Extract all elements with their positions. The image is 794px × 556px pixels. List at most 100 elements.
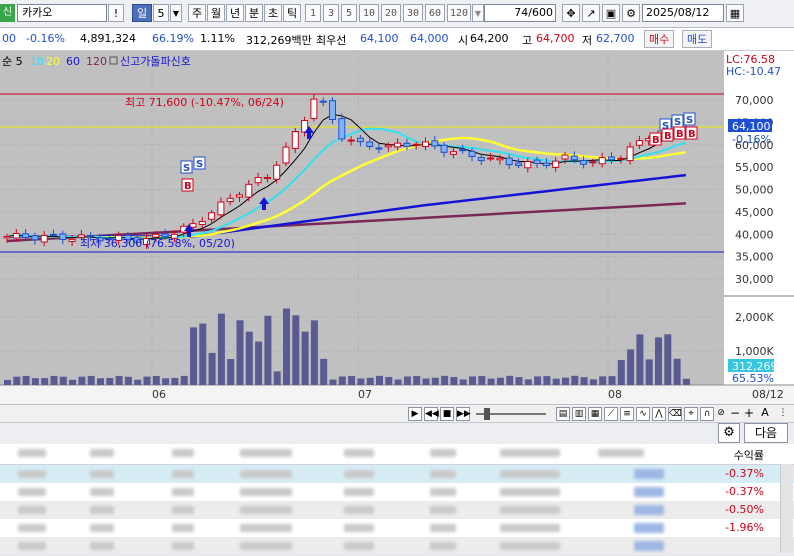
table-row[interactable]: -0.37% xyxy=(0,483,794,502)
table-row[interactable]: -0.37% xyxy=(0,465,794,484)
candle-body xyxy=(542,162,550,167)
sell-button[interactable]: 매도 xyxy=(682,30,713,48)
settings-icon[interactable]: ⚙ xyxy=(622,4,640,22)
redacted-cell xyxy=(500,542,560,550)
stock-info-button[interactable]: ! xyxy=(108,4,124,22)
ruler-icon[interactable]: ⌖ xyxy=(684,407,698,421)
candle-body xyxy=(617,157,625,160)
pattern-icon[interactable]: ⋀ xyxy=(652,407,666,421)
chart-toolbar: 신 카카오 ! 일 5 ▼ 주 월 년 분 초 틱 1 3 5 10 20 30… xyxy=(0,0,794,28)
bar-count-input[interactable]: 74/600 xyxy=(484,4,556,22)
period-year-tab[interactable]: 년 xyxy=(226,4,244,22)
buy-button[interactable]: 매수 xyxy=(644,30,675,48)
candle-body xyxy=(282,146,290,164)
price-chart[interactable]: SSBSSSBBBB 70,00065,00060,00055,00050,00… xyxy=(0,51,794,404)
zoom-slider-handle[interactable] xyxy=(484,408,490,420)
legend-signal: 신고가돌파신호 xyxy=(120,55,191,68)
period-tick-tab[interactable]: 틱 xyxy=(283,4,301,22)
price-tick-label: 50,000 xyxy=(735,184,774,197)
volume-bar xyxy=(190,327,197,385)
erase-icon[interactable]: ⌫ xyxy=(668,407,682,421)
table-settings-icon[interactable]: ⚙ xyxy=(718,423,740,443)
forward-icon[interactable]: ▶▶ xyxy=(456,407,471,421)
candle-body xyxy=(329,100,336,121)
interval-3-button[interactable]: 3 xyxy=(323,4,339,22)
redacted-value-cell xyxy=(634,469,664,479)
volume-bar xyxy=(682,378,690,385)
volume-bar xyxy=(264,315,272,385)
volume-tick-label: 1,000K xyxy=(735,345,774,358)
best-bid-label: 최우선 xyxy=(316,34,347,47)
draw-tool-icon[interactable]: ↗ xyxy=(582,4,600,22)
candle-body xyxy=(459,149,467,152)
interval-30-button[interactable]: 30 xyxy=(403,4,423,22)
period-month-tab[interactable]: 월 xyxy=(207,4,225,22)
volume-bar xyxy=(78,376,86,385)
table-row[interactable]: -0.50% xyxy=(0,501,794,520)
volume-bar xyxy=(645,359,653,385)
candle-body xyxy=(477,157,485,162)
capture-icon[interactable]: ▦ xyxy=(588,407,602,421)
candle-body xyxy=(552,160,560,168)
calendar-icon[interactable]: ▦ xyxy=(726,4,744,22)
interval-20-button[interactable]: 20 xyxy=(381,4,401,22)
trendline-icon[interactable]: ⟋ xyxy=(604,407,618,421)
stop-icon[interactable]: ■ xyxy=(440,407,454,421)
period-minute-tab[interactable]: 분 xyxy=(245,4,263,22)
next-page-button[interactable]: 다음 xyxy=(744,423,788,443)
volume-bar xyxy=(115,375,123,385)
volume-bar xyxy=(134,379,142,385)
layout-icon[interactable]: ▤ xyxy=(556,407,570,421)
open-value: 64,200 xyxy=(470,32,509,45)
stock-name-input[interactable]: 카카오 xyxy=(17,4,107,22)
volume-value: 4,891,324 xyxy=(80,32,136,45)
zoom-in-icon[interactable]: + xyxy=(742,407,756,421)
zoom-out-search-icon[interactable]: ⊘ xyxy=(714,407,728,421)
period-day-tab[interactable]: 일 xyxy=(132,4,152,22)
crosshair-icon[interactable]: ✥ xyxy=(562,4,580,22)
table-scrollbar[interactable] xyxy=(780,464,793,553)
interval-60-button[interactable]: 60 xyxy=(425,4,445,22)
table-row[interactable] xyxy=(0,537,794,556)
candle-body xyxy=(273,164,281,180)
period-second-tab[interactable]: 초 xyxy=(264,4,282,22)
interval-1-button[interactable]: 1 xyxy=(305,4,321,22)
interval-120-button[interactable]: 120 xyxy=(447,4,471,22)
volume-bar xyxy=(506,375,514,385)
wave-icon[interactable]: ∿ xyxy=(636,407,650,421)
interval-10-button[interactable]: 10 xyxy=(359,4,379,22)
fibonacci-icon[interactable]: ≡ xyxy=(620,407,634,421)
volume-bar xyxy=(599,376,607,385)
candle-body xyxy=(347,139,355,142)
overlay-icon[interactable]: ▥ xyxy=(572,407,586,421)
candle-body xyxy=(394,142,402,148)
table-row[interactable]: -1.96% xyxy=(0,519,794,538)
more-icon[interactable]: ⋮ xyxy=(776,407,790,421)
save-icon[interactable]: ▣ xyxy=(602,4,620,22)
zoom-out-icon[interactable]: − xyxy=(728,407,742,421)
period-week-tab[interactable]: 주 xyxy=(188,4,206,22)
volume-bar xyxy=(162,378,170,385)
magnet-icon[interactable]: ∩ xyxy=(700,407,714,421)
volume-bar xyxy=(41,378,49,385)
volume-tick-label: 2,000K xyxy=(735,311,774,324)
sell-signal-letter: S xyxy=(196,159,203,170)
interval-5-button[interactable]: 5 xyxy=(341,4,357,22)
legend-ma10: 10 xyxy=(30,55,44,68)
candle-body xyxy=(208,212,216,220)
play-icon[interactable]: ▶ xyxy=(408,407,422,421)
buy-signal-letter: B xyxy=(688,129,696,140)
date-input[interactable]: 2025/08/12 xyxy=(642,4,724,22)
period-dropdown-icon[interactable]: ▼ xyxy=(170,4,182,22)
candle-body xyxy=(431,140,439,147)
price-tick-label: 70,000 xyxy=(735,94,774,107)
font-size-icon[interactable]: A xyxy=(758,407,772,421)
rewind-icon[interactable]: ◀◀ xyxy=(424,407,439,421)
interval-dropdown-icon[interactable]: ▼ xyxy=(472,4,484,22)
high-label: 고 xyxy=(522,34,533,47)
volume-bar xyxy=(478,376,486,385)
date-tick-label: 06 xyxy=(152,388,166,401)
period-count-input[interactable]: 5 xyxy=(153,4,169,22)
volume-bar xyxy=(496,377,504,385)
table-column-header: 수익률 xyxy=(0,444,794,465)
